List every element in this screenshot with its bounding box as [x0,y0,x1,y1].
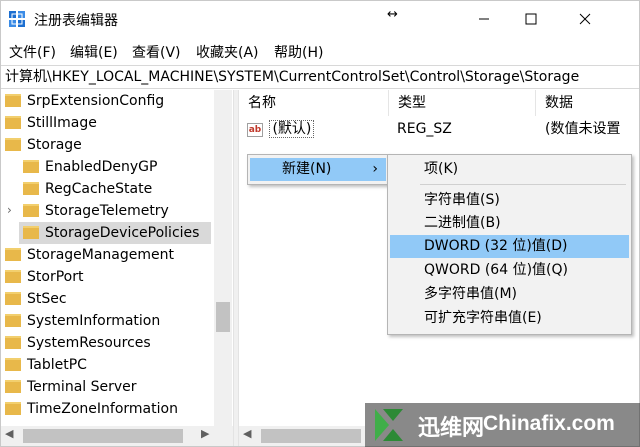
close-icon [579,13,591,25]
menu-edit[interactable]: 编辑(E) [70,42,118,62]
tree-item[interactable]: SystemInformation [5,310,160,332]
tree-item-label: EnabledDenyGP [45,159,158,175]
tree-item-label: StillImage [27,115,97,131]
menu-new-expandable-string-value[interactable]: 可扩充字符串值(E) [390,307,629,330]
folder-icon [23,182,39,195]
scroll-left-icon[interactable]: ◀ [5,427,13,440]
tree-item-label: StorageManagement [27,247,174,263]
tree-item-selected[interactable]: StorageDevicePolicies [19,222,211,244]
menu-favorites[interactable]: 收藏夹(A) [196,42,259,62]
value-row[interactable]: ab (默认) [247,118,315,140]
tree-item-label: TimeZoneInformation [27,401,178,417]
folder-icon [5,336,21,349]
close-button[interactable] [562,1,608,37]
tree-item[interactable]: Terminal Server [5,376,137,398]
menu-new-qword-value[interactable]: QWORD (64 位)值(Q) [390,259,629,282]
context-menu: 新建(N) › [247,154,389,185]
registry-editor-app-icon [9,11,25,27]
menu-new-label: 新建(N) [282,161,332,177]
folder-icon [5,94,21,107]
tree-item[interactable]: RegCacheState [23,178,152,200]
tree-item-label: Terminal Server [27,379,137,395]
value-name: (默认) [269,120,315,138]
folder-icon [5,138,21,151]
tree-scroll-thumb[interactable] [216,302,230,332]
tree-item[interactable]: SystemResources [5,332,151,354]
menu-help[interactable]: 帮助(H) [274,42,323,62]
menu-new-string-value[interactable]: 字符串值(S) [390,189,629,212]
tree-item[interactable]: StorageTelemetry [23,200,169,222]
menu-new-binary-value[interactable]: 二进制值(B) [390,212,629,235]
folder-icon [5,116,21,129]
chinafix-logo-icon [375,409,403,441]
folder-icon [23,160,39,173]
scroll-right-icon[interactable]: ▶ [201,427,209,440]
folder-icon [5,380,21,393]
folder-icon [23,226,39,239]
tree-item[interactable]: StorPort [5,266,83,288]
tree-item-label: SrpExtensionConfig [27,93,165,109]
expand-chevron-icon[interactable]: › [7,203,12,217]
folder-icon [5,292,21,305]
tree-item-label: RegCacheState [45,181,153,197]
menu-new[interactable]: 新建(N) › [250,158,386,181]
tree-item[interactable]: StorageManagement [5,244,174,266]
tree-item-label: StorPort [27,269,84,285]
value-data: (数值未设置 [545,121,621,137]
tree-vertical-scrollbar[interactable] [214,90,232,426]
tree-item[interactable]: SrpExtensionConfig [5,90,164,112]
tree-item[interactable]: EnabledDenyGP [23,156,157,178]
tree-item-label: StorageTelemetry [45,203,169,219]
tree-item-label: SystemResources [27,335,151,351]
string-value-icon: ab [247,123,263,137]
folder-icon [5,270,21,283]
minimize-button[interactable] [461,1,507,37]
column-header-data[interactable]: 数据 [536,90,639,116]
tree-horizontal-scrollbar[interactable]: ◀ ▶ [1,426,233,446]
menu-file[interactable]: 文件(F) [9,42,56,62]
scroll-left-icon[interactable]: ◀ [243,427,251,440]
tree-hscroll-thumb[interactable] [23,429,183,443]
tree-item[interactable]: StillImage [5,112,97,134]
tree-item-label: TabletPC [27,357,87,373]
registry-editor-window: 注册表编辑器 ↔ 文件(F) 编辑(E) 查看(V) 收藏夹(A) 帮助(H) … [0,0,640,447]
submenu-arrow-icon: › [372,161,378,177]
value-type: REG_SZ [397,121,452,137]
list-horizontal-scrollbar[interactable]: ◀ [239,426,365,446]
folder-icon [5,248,21,261]
tree-item[interactable]: TimeZoneInformation [5,398,178,420]
maximize-button[interactable] [508,1,554,37]
tree-item-label: StorageDevicePolicies [45,225,200,241]
watermark-banner: 迅维网 Chinafix.com [365,403,640,447]
tree-item[interactable]: TabletPC [5,354,87,376]
window-title: 注册表编辑器 [34,13,118,29]
key-tree: SrpExtensionConfig StillImage Storage En… [1,90,233,426]
new-submenu: 项(K) 字符串值(S) 二进制值(B) DWORD (32 位)值(D) QW… [387,154,632,335]
watermark-chinese-text: 迅维网 [418,416,485,441]
column-header-name[interactable]: 名称 [239,90,389,116]
folder-icon [5,402,21,415]
folder-icon [5,314,21,327]
tree-item[interactable]: StSec [5,288,67,310]
tree-item[interactable]: Storage [5,134,82,156]
tree-item-label: StSec [27,291,67,307]
tree-item-label: SystemInformation [27,313,161,329]
menu-new-dword-value[interactable]: DWORD (32 位)值(D) [390,235,629,258]
column-header-type[interactable]: 类型 [389,90,536,116]
title-bar: 注册表编辑器 ↔ [1,1,639,37]
folder-icon [23,204,39,217]
menu-new-multi-string-value[interactable]: 多字符串值(M) [390,283,629,306]
minimize-icon [479,18,489,20]
tree-item-label: Storage [27,137,82,153]
menu-bar: 文件(F) 编辑(E) 查看(V) 收藏夹(A) 帮助(H) [1,41,639,63]
resize-cursor-icon: ↔ [387,7,398,22]
menu-view[interactable]: 查看(V) [132,42,181,62]
folder-icon [5,358,21,371]
maximize-icon [525,13,537,25]
list-hscroll-thumb[interactable] [261,429,361,443]
address-bar[interactable]: 计算机\HKEY_LOCAL_MACHINE\SYSTEM\CurrentCon… [1,65,639,89]
watermark-english-text: Chinafix.com [483,412,615,435]
menu-new-key[interactable]: 项(K) [390,158,629,181]
menu-separator [420,184,626,185]
